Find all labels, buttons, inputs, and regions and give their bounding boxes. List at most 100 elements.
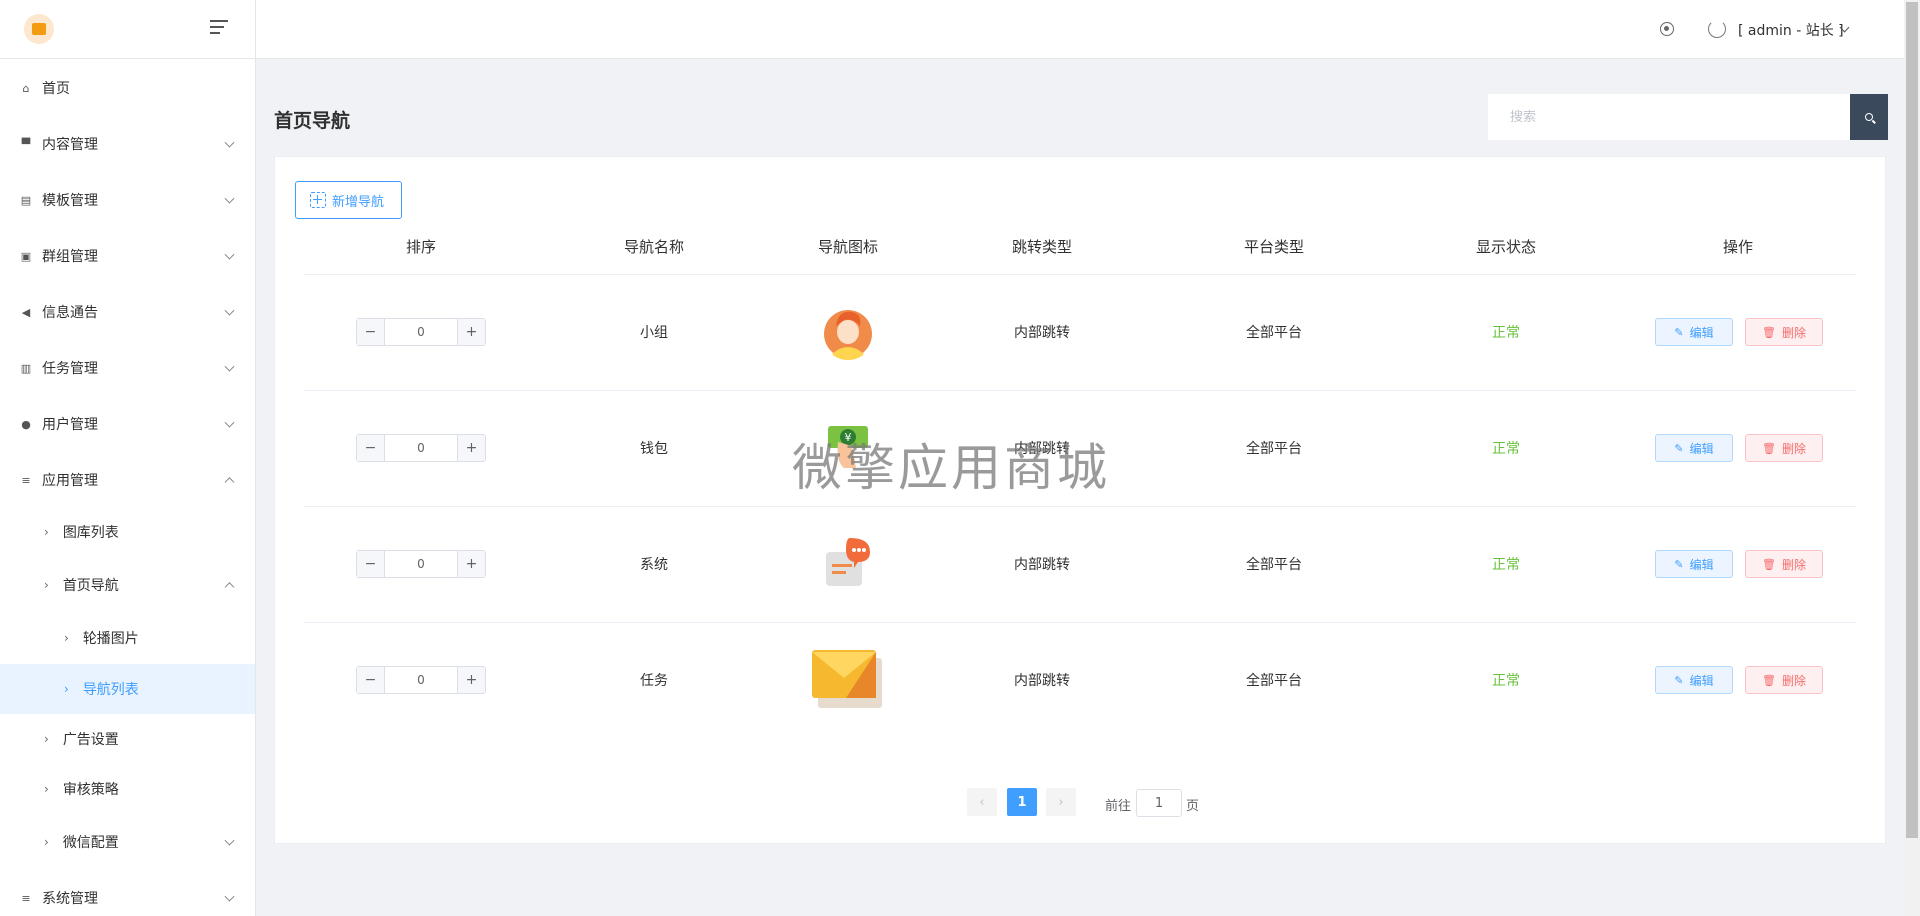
table-divider xyxy=(304,274,1856,275)
platform-type: 全部平台 xyxy=(1246,441,1302,457)
sidebar-item-label: 首页 xyxy=(42,81,70,97)
goto-suffix: 页 xyxy=(1186,799,1200,814)
next-page-button[interactable]: › xyxy=(1046,788,1076,816)
search-input[interactable] xyxy=(1488,94,1850,140)
megaphone-icon: ◀ xyxy=(21,305,31,319)
sidebar-item-label: 首页导航 xyxy=(62,578,119,594)
goto-page-input[interactable] xyxy=(1136,789,1182,817)
sidebar-item-label: 内容管理 xyxy=(42,137,98,153)
target-icon[interactable] xyxy=(1660,22,1674,36)
delete-label: 删除 xyxy=(1781,557,1806,572)
delete-button[interactable]: 🗑 删除 xyxy=(1745,550,1823,578)
scrollbar-thumb[interactable] xyxy=(1906,2,1918,838)
add-nav-button[interactable]: 新增导航 xyxy=(295,181,402,219)
page-scrollbar[interactable] xyxy=(1904,0,1920,916)
edit-button[interactable]: ✎ 编辑 xyxy=(1655,318,1733,346)
delete-button[interactable]: 🗑 删除 xyxy=(1745,434,1823,462)
sidebar-item-user[interactable]: ● 用户管理 xyxy=(0,399,255,449)
sidebar-item-label: 轮播图片 xyxy=(82,631,139,647)
sidebar-item-label: 导航列表 xyxy=(82,682,139,698)
nav-name: 任务 xyxy=(640,673,668,689)
sidebar-item-content[interactable]: ▀ 内容管理 xyxy=(0,119,255,169)
top-header: [ admin - 站长 ] xyxy=(256,0,1904,59)
chevron-up-icon xyxy=(224,477,235,488)
wallet-money-icon: ¥ xyxy=(828,426,868,468)
message-bubble-icon xyxy=(826,538,870,586)
increment-button[interactable]: + xyxy=(457,435,485,461)
order-value[interactable]: 0 xyxy=(385,435,457,461)
sidebar-item-system[interactable]: ≡ 系统管理 xyxy=(0,873,255,916)
sidebar-item-review[interactable]: › 审核策略 xyxy=(0,764,255,814)
user-menu[interactable]: [ admin - 站长 ] xyxy=(1738,20,1844,40)
sidebar-item-task[interactable]: ▥ 任务管理 xyxy=(0,343,255,393)
trash-icon: 🗑 xyxy=(1762,557,1776,571)
sidebar-item-label: 系统管理 xyxy=(42,891,98,907)
sidebar-item-carousel[interactable]: › 轮播图片 xyxy=(0,613,255,663)
delete-button[interactable]: 🗑 删除 xyxy=(1745,666,1823,694)
chevron-right-icon: › xyxy=(64,682,69,696)
sidebar-item-gallery[interactable]: › 图库列表 xyxy=(0,507,255,557)
sidebar-item-home[interactable]: ⌂ 首页 xyxy=(0,63,255,113)
sidebar-item-group[interactable]: ▣ 群组管理 xyxy=(0,231,255,281)
column-header-actions: 操作 xyxy=(1722,238,1754,256)
order-stepper[interactable]: − 0 + xyxy=(356,318,486,346)
comment-icon: ▀ xyxy=(21,137,31,151)
search-button[interactable] xyxy=(1850,94,1888,140)
sidebar-item-label: 审核策略 xyxy=(62,782,119,798)
order-stepper[interactable]: − 0 + xyxy=(356,550,486,578)
edit-icon: ✎ xyxy=(1674,673,1684,687)
edit-button[interactable]: ✎ 编辑 xyxy=(1655,666,1733,694)
order-value[interactable]: 0 xyxy=(385,667,457,693)
sidebar-item-label: 任务管理 xyxy=(42,361,98,377)
chevron-up-icon xyxy=(224,582,235,593)
status-badge: 正常 xyxy=(1492,325,1520,341)
edit-icon: ✎ xyxy=(1674,441,1684,455)
chevron-down-icon xyxy=(224,193,235,204)
decrement-button[interactable]: − xyxy=(357,319,385,345)
current-page-button[interactable]: 1 xyxy=(1007,788,1037,816)
edit-button[interactable]: ✎ 编辑 xyxy=(1655,434,1733,462)
sidebar-item-template[interactable]: ▤ 模板管理 xyxy=(0,175,255,225)
order-value[interactable]: 0 xyxy=(385,319,457,345)
column-header-icon: 导航图标 xyxy=(817,238,879,256)
sidebar-item-app[interactable]: ≡ 应用管理 xyxy=(0,455,255,505)
page-title: 首页导航 xyxy=(274,110,351,132)
order-stepper[interactable]: − 0 + xyxy=(356,434,486,462)
menu-toggle-icon[interactable] xyxy=(210,20,232,38)
table-divider xyxy=(304,390,1856,391)
increment-button[interactable]: + xyxy=(457,319,485,345)
sidebar-item-notice[interactable]: ◀ 信息通告 xyxy=(0,287,255,337)
add-icon xyxy=(310,192,326,208)
increment-button[interactable]: + xyxy=(457,551,485,577)
order-stepper[interactable]: − 0 + xyxy=(356,666,486,694)
chevron-right-icon: › xyxy=(44,525,49,539)
sidebar-item-label: 模板管理 xyxy=(42,193,98,209)
envelope-icon xyxy=(812,650,882,708)
sidebar-item-label: 信息通告 xyxy=(42,305,98,321)
sidebar-item-wechat[interactable]: › 微信配置 xyxy=(0,817,255,867)
edit-icon: ✎ xyxy=(1674,325,1684,339)
edit-button[interactable]: ✎ 编辑 xyxy=(1655,550,1733,578)
delete-label: 删除 xyxy=(1781,441,1806,456)
delete-button[interactable]: 🗑 删除 xyxy=(1745,318,1823,346)
sidebar-item-home-nav[interactable]: › 首页导航 xyxy=(0,560,255,610)
nav-name: 系统 xyxy=(640,557,668,573)
decrement-button[interactable]: − xyxy=(357,667,385,693)
decrement-button[interactable]: − xyxy=(357,435,385,461)
edit-label: 编辑 xyxy=(1689,441,1714,456)
nav-name: 钱包 xyxy=(640,441,668,457)
refresh-icon[interactable] xyxy=(1708,20,1726,38)
chevron-down-icon xyxy=(224,137,235,148)
sidebar-item-nav-list[interactable]: › 导航列表 xyxy=(0,664,255,714)
order-value[interactable]: 0 xyxy=(385,551,457,577)
svg-text:¥: ¥ xyxy=(845,431,852,444)
decrement-button[interactable]: − xyxy=(357,551,385,577)
sidebar-item-label: 群组管理 xyxy=(42,249,98,265)
sidebar-item-ads[interactable]: › 广告设置 xyxy=(0,714,255,764)
prev-page-button[interactable]: ‹ xyxy=(967,788,997,816)
column-header-order: 排序 xyxy=(405,238,437,256)
sidebar: ⌂ 首页 ▀ 内容管理 ▤ 模板管理 ▣ 群组管理 ◀ 信息通告 ▥ 任务管理 … xyxy=(0,0,256,916)
increment-button[interactable]: + xyxy=(457,667,485,693)
edit-label: 编辑 xyxy=(1689,325,1714,340)
column-header-platform: 平台类型 xyxy=(1243,238,1305,256)
